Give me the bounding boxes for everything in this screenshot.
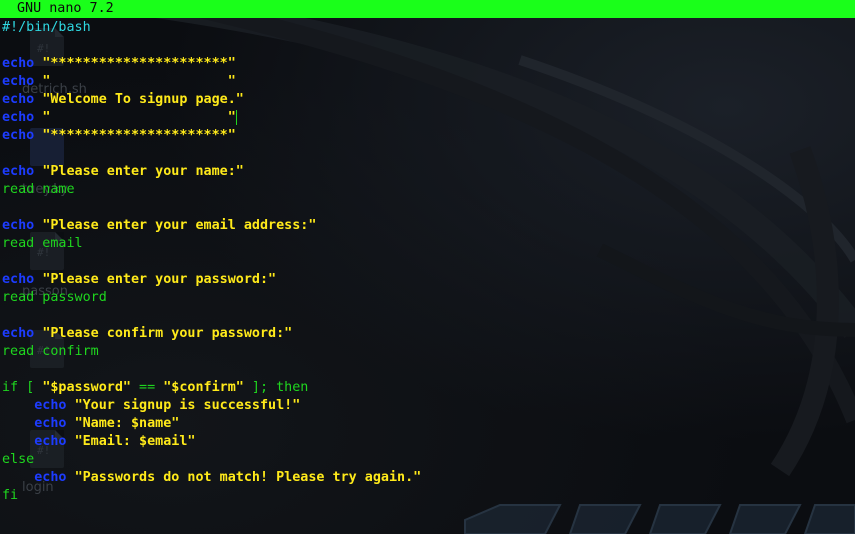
text-cursor (235, 109, 237, 125)
code-line[interactable]: else (2, 451, 855, 469)
shebang-token: #!/bin/bash (2, 20, 91, 35)
code-token: ]; then (243, 380, 309, 395)
echo-keyword: echo (2, 74, 35, 89)
nano-title-bar: GNU nano 7.2 (0, 0, 855, 18)
echo-keyword: echo (2, 110, 35, 125)
code-line[interactable]: read email (2, 235, 855, 253)
code-line[interactable]: echo "Name: $name" (2, 415, 855, 433)
code-line[interactable] (2, 253, 855, 271)
code-token: == (131, 380, 164, 395)
nano-editor[interactable]: #!/bin/bash echo "**********************"… (2, 19, 855, 505)
string-token: "Please enter your email address:" (42, 218, 317, 233)
string-token: "Please enter your name:" (42, 164, 244, 179)
code-line[interactable]: read name (2, 181, 855, 199)
code-token: if [ (2, 380, 43, 395)
code-token: else (2, 452, 35, 467)
string-token: "**********************" (42, 56, 236, 71)
echo-keyword: echo (34, 434, 67, 449)
code-line[interactable]: echo "**********************" (2, 55, 855, 73)
code-token: read password (2, 290, 107, 305)
code-line[interactable]: echo " " (2, 73, 855, 91)
code-line[interactable]: echo "Please confirm your password:" (2, 325, 855, 343)
code-line[interactable]: echo "Please enter your email address:" (2, 217, 855, 235)
nano-title: GNU nano 7.2 (17, 1, 114, 16)
echo-keyword: echo (2, 128, 35, 143)
code-line[interactable]: echo "Please enter your name:" (2, 163, 855, 181)
code-line[interactable]: fi (2, 487, 855, 505)
string-token: " " (42, 74, 236, 89)
echo-keyword: echo (2, 92, 35, 107)
code-line[interactable] (2, 199, 855, 217)
code-line[interactable]: echo " " (2, 109, 855, 127)
code-token: read name (2, 182, 75, 197)
code-line[interactable]: if [ "$password" == "$confirm" ]; then (2, 379, 855, 397)
string-token: "Email: $email" (74, 434, 196, 449)
echo-keyword: echo (2, 326, 35, 341)
string-token: "Passwords do not match! Please try agai… (74, 470, 422, 485)
string-token: " " (42, 110, 236, 125)
code-line[interactable] (2, 361, 855, 379)
string-token: "$password" (42, 380, 131, 395)
code-line[interactable]: echo "Welcome To signup page." (2, 91, 855, 109)
code-line[interactable]: #!/bin/bash (2, 19, 855, 37)
echo-keyword: echo (34, 398, 67, 413)
code-line[interactable] (2, 37, 855, 55)
echo-keyword: echo (2, 56, 35, 71)
echo-keyword: echo (34, 470, 67, 485)
code-line[interactable]: echo "Passwords do not match! Please try… (2, 469, 855, 487)
string-token: "Your signup is successful!" (74, 398, 301, 413)
code-line[interactable]: echo "Email: $email" (2, 433, 855, 451)
string-token: "$confirm" (163, 380, 244, 395)
code-token: read confirm (2, 344, 99, 359)
code-line[interactable]: read confirm (2, 343, 855, 361)
code-token: fi (2, 488, 19, 503)
code-line[interactable] (2, 307, 855, 325)
string-token: "**********************" (42, 128, 236, 143)
echo-keyword: echo (2, 272, 35, 287)
code-line[interactable]: read password (2, 289, 855, 307)
code-line[interactable]: echo "Please enter your password:" (2, 271, 855, 289)
echo-keyword: echo (34, 416, 67, 431)
string-token: "Name: $name" (74, 416, 180, 431)
code-line[interactable]: echo "Your signup is successful!" (2, 397, 855, 415)
echo-keyword: echo (2, 218, 35, 233)
string-token: "Please confirm your password:" (42, 326, 293, 341)
string-token: "Please enter your password:" (42, 272, 277, 287)
echo-keyword: echo (2, 164, 35, 179)
code-line[interactable]: echo "**********************" (2, 127, 855, 145)
code-token: read email (2, 236, 83, 251)
string-token: "Welcome To signup page." (42, 92, 244, 107)
code-line[interactable] (2, 145, 855, 163)
